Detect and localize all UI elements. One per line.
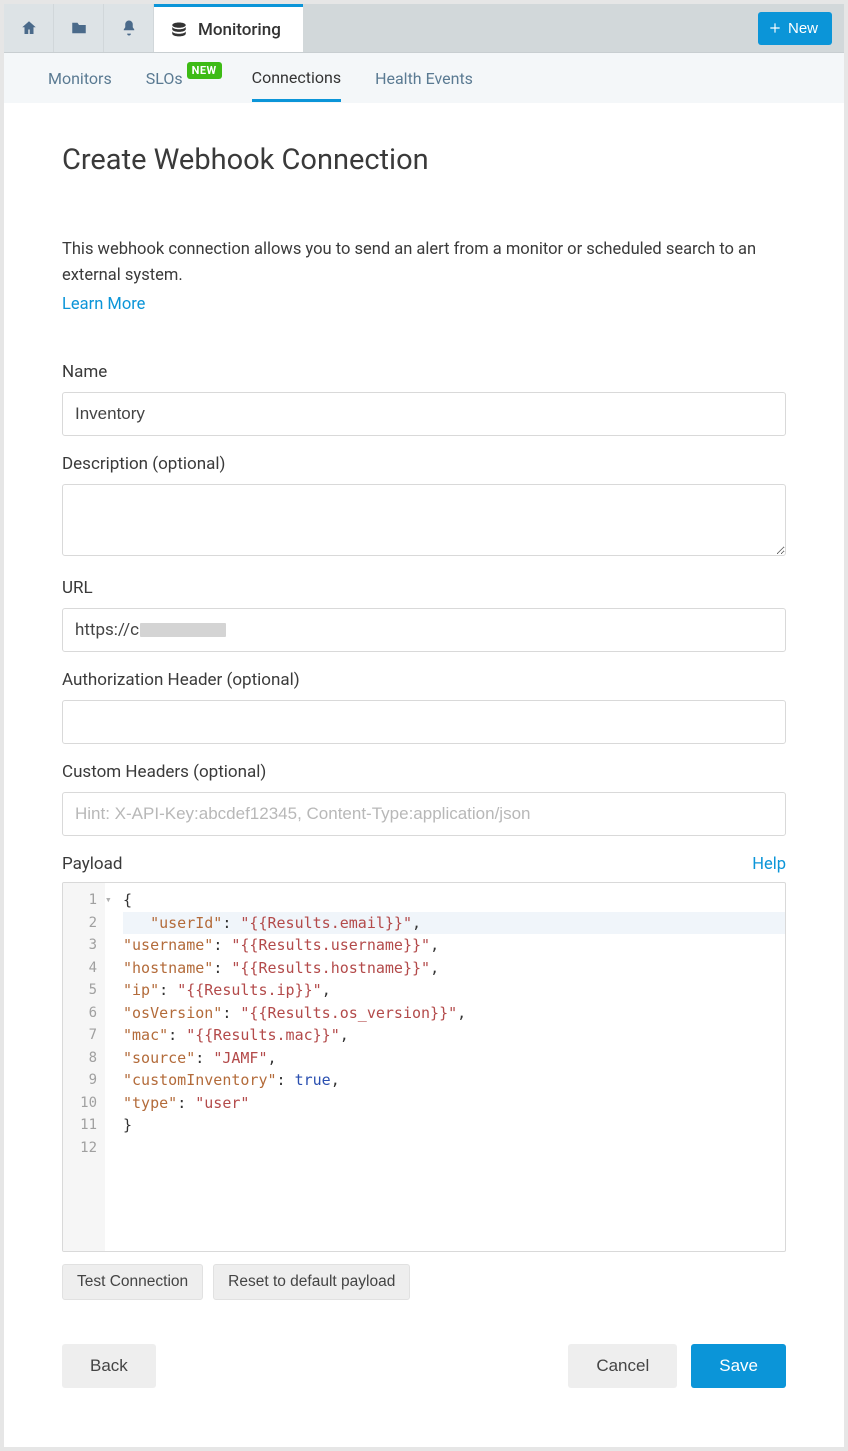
toolbar-spacer: [303, 4, 752, 52]
home-icon: [20, 19, 38, 37]
url-input[interactable]: https://c: [62, 608, 786, 652]
url-redacted: [140, 623, 226, 637]
back-button[interactable]: Back: [62, 1344, 156, 1388]
subtab-slos[interactable]: SLOsNEW: [146, 56, 218, 100]
bell-icon-button[interactable]: [104, 4, 154, 52]
intro-text: This webhook connection allows you to se…: [62, 237, 786, 288]
tab-monitoring-label: Monitoring: [198, 20, 281, 40]
database-icon: [170, 21, 188, 39]
subtabs: Monitors SLOsNEW Connections Health Even…: [4, 53, 844, 103]
new-button[interactable]: New: [758, 12, 832, 45]
cancel-button[interactable]: Cancel: [568, 1344, 677, 1388]
folder-icon: [70, 19, 88, 37]
home-icon-button[interactable]: [4, 4, 54, 52]
description-input[interactable]: [62, 484, 786, 556]
subtab-monitors[interactable]: Monitors: [48, 56, 112, 100]
plus-icon: [768, 21, 782, 35]
tab-monitoring[interactable]: Monitoring: [154, 4, 303, 52]
bell-icon: [120, 19, 138, 37]
top-toolbar: Monitoring New: [4, 4, 844, 53]
subtab-health-events[interactable]: Health Events: [375, 56, 473, 100]
page-title: Create Webhook Connection: [62, 143, 786, 177]
save-button[interactable]: Save: [691, 1344, 786, 1388]
new-badge: NEW: [187, 62, 222, 79]
authz-label: Authorization Header (optional): [62, 670, 786, 690]
payload-editor[interactable]: 123456789101112 ▾ { "userId": "{{Results…: [62, 882, 786, 1252]
folder-icon-button[interactable]: [54, 4, 104, 52]
custom-headers-label: Custom Headers (optional): [62, 762, 786, 782]
editor-fold-gutter: ▾: [105, 883, 119, 1251]
description-label: Description (optional): [62, 454, 786, 474]
learn-more-link[interactable]: Learn More: [62, 295, 145, 314]
custom-headers-input[interactable]: [62, 792, 786, 836]
authz-input[interactable]: [62, 700, 786, 744]
name-input[interactable]: [62, 392, 786, 436]
subtab-slos-label: SLOs: [146, 69, 183, 88]
help-link[interactable]: Help: [752, 855, 786, 874]
subtab-connections[interactable]: Connections: [252, 55, 341, 102]
url-label: URL: [62, 578, 786, 598]
name-label: Name: [62, 362, 786, 382]
url-value-prefix: https://c: [75, 620, 139, 640]
reset-payload-button[interactable]: Reset to default payload: [213, 1264, 410, 1300]
editor-gutter: 123456789101112: [63, 883, 105, 1251]
main-content: Create Webhook Connection This webhook c…: [32, 103, 816, 1418]
test-connection-button[interactable]: Test Connection: [62, 1264, 203, 1300]
editor-code[interactable]: { "userId": "{{Results.email}}","usernam…: [119, 883, 785, 1251]
new-button-label: New: [788, 20, 818, 37]
payload-label: Payload: [62, 854, 122, 874]
